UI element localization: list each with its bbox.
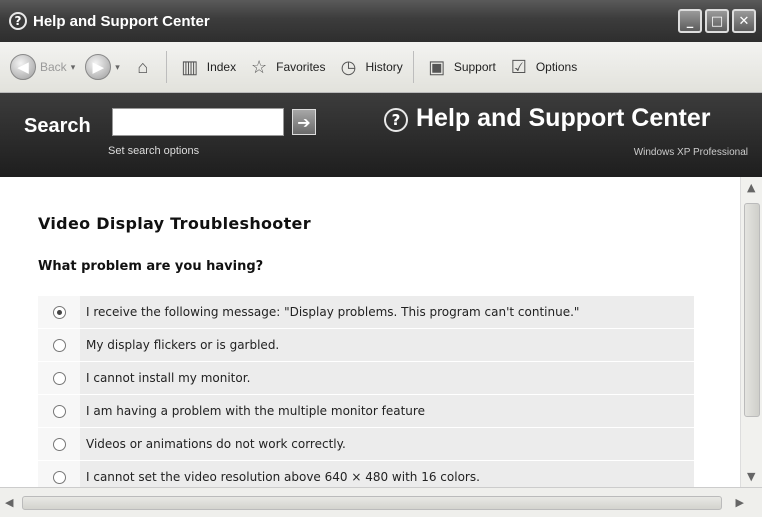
window-controls: _ □ ✕	[678, 9, 756, 33]
radio-button[interactable]	[52, 437, 66, 451]
radio-cell	[38, 329, 80, 361]
scroll-down-icon[interactable]: ▼	[747, 470, 755, 483]
set-search-options-link[interactable]: Set search options	[108, 145, 199, 157]
page-title: Video Display Troubleshooter	[38, 214, 311, 233]
header-band: Search ➔ Set search options ? Help and S…	[0, 93, 762, 177]
horizontal-scroll-thumb[interactable]	[22, 496, 722, 510]
scroll-right-icon[interactable]: ▶	[736, 496, 744, 509]
favorites-button[interactable]: ☆ Favorites	[246, 54, 325, 80]
option-label: I receive the following message: "Displa…	[86, 305, 580, 319]
support-button[interactable]: ▣ Support	[424, 54, 496, 80]
home-icon: ⌂	[137, 56, 149, 77]
close-button[interactable]: ✕	[732, 9, 756, 33]
option-label: I am having a problem with the multiple …	[86, 404, 425, 418]
option-row[interactable]: I am having a problem with the multiple …	[38, 395, 694, 428]
search-input[interactable]	[112, 108, 284, 136]
option-label: My display flickers or is garbled.	[86, 338, 280, 352]
option-list: I receive the following message: "Displa…	[38, 296, 694, 494]
radio-cell	[38, 296, 80, 328]
content-pane: Video Display Troubleshooter What proble…	[0, 177, 740, 494]
horizontal-scrollbar[interactable]: ◀ ▶	[0, 487, 762, 517]
radio-cell	[38, 362, 80, 394]
history-label: History	[365, 60, 403, 74]
maximize-button[interactable]: □	[705, 9, 729, 33]
chevron-down-icon[interactable]: ▾	[115, 62, 120, 73]
favorites-label: Favorites	[276, 60, 326, 74]
edition-label: Windows XP Professional	[633, 147, 748, 158]
search-go-button[interactable]: ➔	[292, 109, 316, 135]
brand-title: Help and Support Center	[416, 104, 711, 132]
scroll-up-icon[interactable]: ▲	[747, 181, 755, 194]
help-icon: ?	[9, 12, 27, 30]
option-row[interactable]: I cannot install my monitor.	[38, 362, 694, 395]
index-label: Index	[206, 60, 237, 74]
toolbar: ◀ Back ▾ ▶ ▾ ⌂ ▥ Index ☆ Favorites ◷ His…	[0, 42, 762, 93]
vertical-scroll-thumb[interactable]	[744, 203, 760, 417]
search-label: Search	[24, 115, 91, 137]
support-icon: ▣	[428, 56, 446, 77]
star-icon: ☆	[251, 56, 268, 77]
home-button[interactable]: ⌂	[130, 54, 156, 80]
book-icon: ▥	[181, 56, 199, 77]
forward-arrow-icon: ▶	[85, 54, 112, 80]
checklist-icon: ☑	[510, 56, 527, 77]
toolbar-separator	[412, 51, 414, 83]
option-row[interactable]: I receive the following message: "Displa…	[38, 296, 694, 329]
radio-button[interactable]	[52, 305, 66, 319]
option-label: Videos or animations do not work correct…	[86, 437, 346, 451]
option-label: I cannot set the video resolution above …	[86, 470, 480, 484]
title-bar: ? Help and Support Center _ □ ✕	[0, 0, 762, 42]
window-title: Help and Support Center	[33, 12, 210, 30]
radio-cell	[38, 428, 80, 460]
arrow-right-icon: ➔	[297, 112, 311, 132]
chevron-down-icon[interactable]: ▾	[71, 62, 76, 73]
back-arrow-icon: ◀	[10, 54, 36, 80]
minimize-button[interactable]: _	[678, 9, 702, 33]
radio-button[interactable]	[52, 371, 66, 385]
radio-cell	[38, 395, 80, 427]
options-button[interactable]: ☑ Options	[506, 54, 577, 80]
radio-button[interactable]	[52, 338, 66, 352]
forward-button[interactable]: ▶ ▾	[85, 54, 120, 80]
toolbar-separator	[165, 51, 167, 83]
radio-button[interactable]	[52, 404, 66, 418]
option-row[interactable]: My display flickers or is garbled.	[38, 329, 694, 362]
support-label: Support	[453, 60, 496, 74]
history-button[interactable]: ◷ History	[335, 54, 403, 80]
back-label: Back	[40, 60, 67, 74]
help-icon: ?	[384, 108, 408, 132]
option-row[interactable]: Videos or animations do not work correct…	[38, 428, 694, 461]
index-button[interactable]: ▥ Index	[177, 54, 236, 80]
option-label: I cannot install my monitor.	[86, 371, 251, 385]
back-button[interactable]: ◀ Back ▾	[10, 54, 75, 80]
question-heading: What problem are you having?	[38, 259, 264, 274]
options-label: Options	[535, 60, 578, 74]
vertical-scrollbar[interactable]: ▲ ▼	[740, 177, 762, 487]
clock-icon: ◷	[340, 56, 357, 77]
scroll-left-icon[interactable]: ◀	[5, 496, 13, 509]
radio-button[interactable]	[52, 470, 66, 484]
